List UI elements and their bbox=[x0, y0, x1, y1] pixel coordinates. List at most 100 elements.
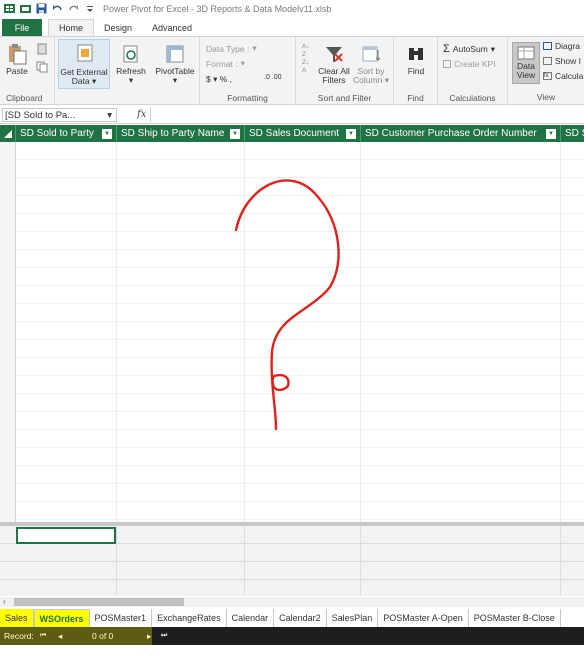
column-headers: SD Sold to Party ▼ SD Ship to Party Name… bbox=[0, 125, 584, 142]
scroll-left-icon[interactable]: ‹ bbox=[3, 597, 6, 606]
sheet-tab[interactable]: ExchangeRates bbox=[152, 609, 227, 627]
diagram-icon bbox=[543, 42, 552, 50]
column-header-label: SD S bbox=[565, 128, 584, 139]
window-bottom-edge bbox=[0, 645, 584, 659]
column-filter-dropdown-icon[interactable]: ▼ bbox=[230, 128, 240, 139]
selected-calc-cell[interactable] bbox=[16, 527, 116, 544]
window-title: Power Pivot for Excel - 3D Reports & Dat… bbox=[103, 3, 332, 14]
customize-toolbar-icon[interactable] bbox=[84, 3, 95, 14]
sheet-tab[interactable]: Calendar bbox=[227, 609, 275, 627]
currency-percent-comma-label: $ ▾ % , bbox=[206, 74, 232, 84]
column-header[interactable]: SD Sold to Party ▼ bbox=[16, 125, 117, 142]
get-external-group: Get External Data ▾ bbox=[55, 37, 112, 105]
column-label: Column bbox=[353, 75, 383, 85]
sort-asc-desc-icon[interactable]: A↓ Z Z↓ A bbox=[302, 43, 312, 75]
show-hidden-button[interactable]: Show I bbox=[543, 56, 581, 66]
pivottable-icon bbox=[164, 43, 186, 65]
number-format-buttons[interactable]: $ ▾ % , bbox=[206, 74, 232, 85]
tab-advanced[interactable]: Advanced bbox=[142, 19, 202, 36]
cut-icon[interactable] bbox=[36, 43, 48, 55]
sheet-tab[interactable]: Sales bbox=[0, 609, 34, 627]
data-type-label: Data Type : bbox=[206, 43, 250, 54]
title-bar: Power Pivot for Excel - 3D Reports & Dat… bbox=[0, 0, 584, 17]
tab-design[interactable]: Design bbox=[94, 19, 142, 36]
create-kpi-button[interactable]: Create KPI bbox=[443, 59, 496, 69]
filters-label: Filters bbox=[322, 75, 346, 85]
data-grid[interactable] bbox=[0, 142, 584, 523]
sheet-tab[interactable]: Calendar2 bbox=[274, 609, 327, 627]
column-header-label: SD Sales Document bbox=[249, 128, 340, 139]
ribbon: Paste Clipboard Get External Data ▾ Refr… bbox=[0, 36, 584, 105]
sheet-tab[interactable]: POSMaster1 bbox=[90, 609, 153, 627]
column-header[interactable]: SD Ship to Party Name ▼ bbox=[117, 125, 245, 142]
ribbon-tabs: File Home Design Advanced bbox=[0, 19, 584, 36]
calculation-area-button[interactable]: fx Calcula bbox=[543, 71, 583, 81]
column-filter-dropdown-icon[interactable]: ▼ bbox=[546, 128, 556, 139]
excel-app-icon bbox=[4, 3, 15, 14]
paste-button[interactable]: Paste bbox=[6, 43, 28, 76]
tab-file[interactable]: File bbox=[2, 19, 42, 36]
calculations-group-label: Calculations bbox=[449, 93, 496, 103]
get-external-label-2: Data bbox=[71, 76, 90, 86]
decimal-label: .0 .00 bbox=[264, 74, 282, 81]
column-header-label: SD Ship to Party Name bbox=[121, 128, 225, 139]
copy-icon[interactable] bbox=[36, 61, 48, 73]
data-view-button[interactable]: Data View bbox=[512, 42, 540, 84]
column-header[interactable]: SD S bbox=[561, 125, 584, 142]
autosum-button[interactable]: Σ AutoSum ▾ bbox=[443, 43, 495, 55]
column-filter-dropdown-icon[interactable]: ▼ bbox=[102, 128, 112, 139]
calculations-group: Σ AutoSum ▾ Create KPI Calculations bbox=[438, 37, 508, 105]
column-header[interactable]: SD Customer Purchase Order Number ▼ bbox=[361, 125, 561, 142]
clipboard-group-label: Clipboard bbox=[6, 93, 43, 103]
sheet-tab[interactable]: POSMaster B-Close bbox=[469, 609, 561, 627]
column-header[interactable]: SD Sales Document ▼ bbox=[245, 125, 361, 142]
sheet-tab[interactable]: SalesPlan bbox=[327, 609, 379, 627]
get-external-data-button[interactable]: Get External Data ▾ bbox=[58, 39, 110, 89]
show-hidden-icon bbox=[543, 57, 552, 65]
data-view-icon bbox=[517, 46, 535, 62]
formatting-group-label: Formatting bbox=[227, 93, 268, 103]
sigma-icon: Σ bbox=[443, 43, 450, 55]
undo-icon[interactable] bbox=[52, 3, 63, 14]
horizontal-scroll-thumb[interactable] bbox=[14, 598, 184, 606]
format-dropdown[interactable]: Format : ▾ bbox=[206, 58, 245, 69]
formula-bar: [SD Sold to Pa... ▾ fx bbox=[0, 106, 584, 124]
diagram-view-button[interactable]: Diagra bbox=[543, 41, 580, 51]
refresh-icon bbox=[120, 43, 142, 65]
create-kpi-label: Create KPI bbox=[454, 59, 496, 69]
sheet-tab[interactable]: POSMaster A-Open bbox=[378, 609, 469, 627]
column-filter-dropdown-icon[interactable]: ▼ bbox=[346, 128, 356, 139]
decimal-buttons[interactable]: .0 .00 bbox=[264, 74, 282, 81]
formatting-group: Data Type : ▾ Format : ▾ $ ▾ % , .0 .00 Fo… bbox=[200, 37, 296, 105]
view-label: View bbox=[516, 70, 536, 80]
paste-label: Paste bbox=[6, 66, 28, 76]
sort-filter-group-label: Sort and Filter bbox=[317, 93, 372, 103]
binoculars-icon bbox=[405, 43, 427, 65]
diagram-label: Diagra bbox=[555, 41, 581, 51]
sort-by-column-button[interactable]: Sort by Column ▾ bbox=[352, 43, 390, 85]
pivottable-button[interactable]: PivotTable ▾ bbox=[152, 43, 198, 85]
redo-icon[interactable] bbox=[68, 3, 79, 14]
select-all-corner[interactable] bbox=[0, 125, 16, 142]
name-box-value: [SD Sold to Pa... bbox=[5, 109, 76, 121]
switch-to-workbook-icon[interactable] bbox=[20, 3, 31, 14]
last-record-icon[interactable]: ⏭ bbox=[161, 632, 167, 640]
tab-home[interactable]: Home bbox=[48, 19, 95, 36]
name-box[interactable]: [SD Sold to Pa... ▾ bbox=[2, 108, 117, 122]
paste-icon bbox=[6, 43, 28, 65]
kpi-icon bbox=[443, 60, 451, 68]
find-group-label: Find bbox=[407, 93, 424, 103]
clear-filter-icon bbox=[323, 43, 345, 65]
sort-by-column-icon bbox=[360, 43, 382, 65]
sheet-tab-active[interactable]: WSOrders bbox=[33, 609, 90, 627]
row-headers bbox=[0, 142, 16, 523]
save-icon[interactable] bbox=[36, 3, 47, 14]
clear-all-filters-button[interactable]: Clear All Filters bbox=[316, 43, 352, 85]
find-button[interactable]: Find bbox=[398, 43, 434, 76]
show-label: Show I bbox=[555, 56, 581, 66]
data-type-dropdown[interactable]: Data Type : ▾ bbox=[206, 43, 257, 54]
calculation-area-icon: fx bbox=[543, 72, 552, 80]
find-label: Find bbox=[407, 66, 425, 76]
refresh-button[interactable]: Refresh ▾ bbox=[114, 43, 148, 85]
view-group-label: View bbox=[536, 92, 556, 102]
